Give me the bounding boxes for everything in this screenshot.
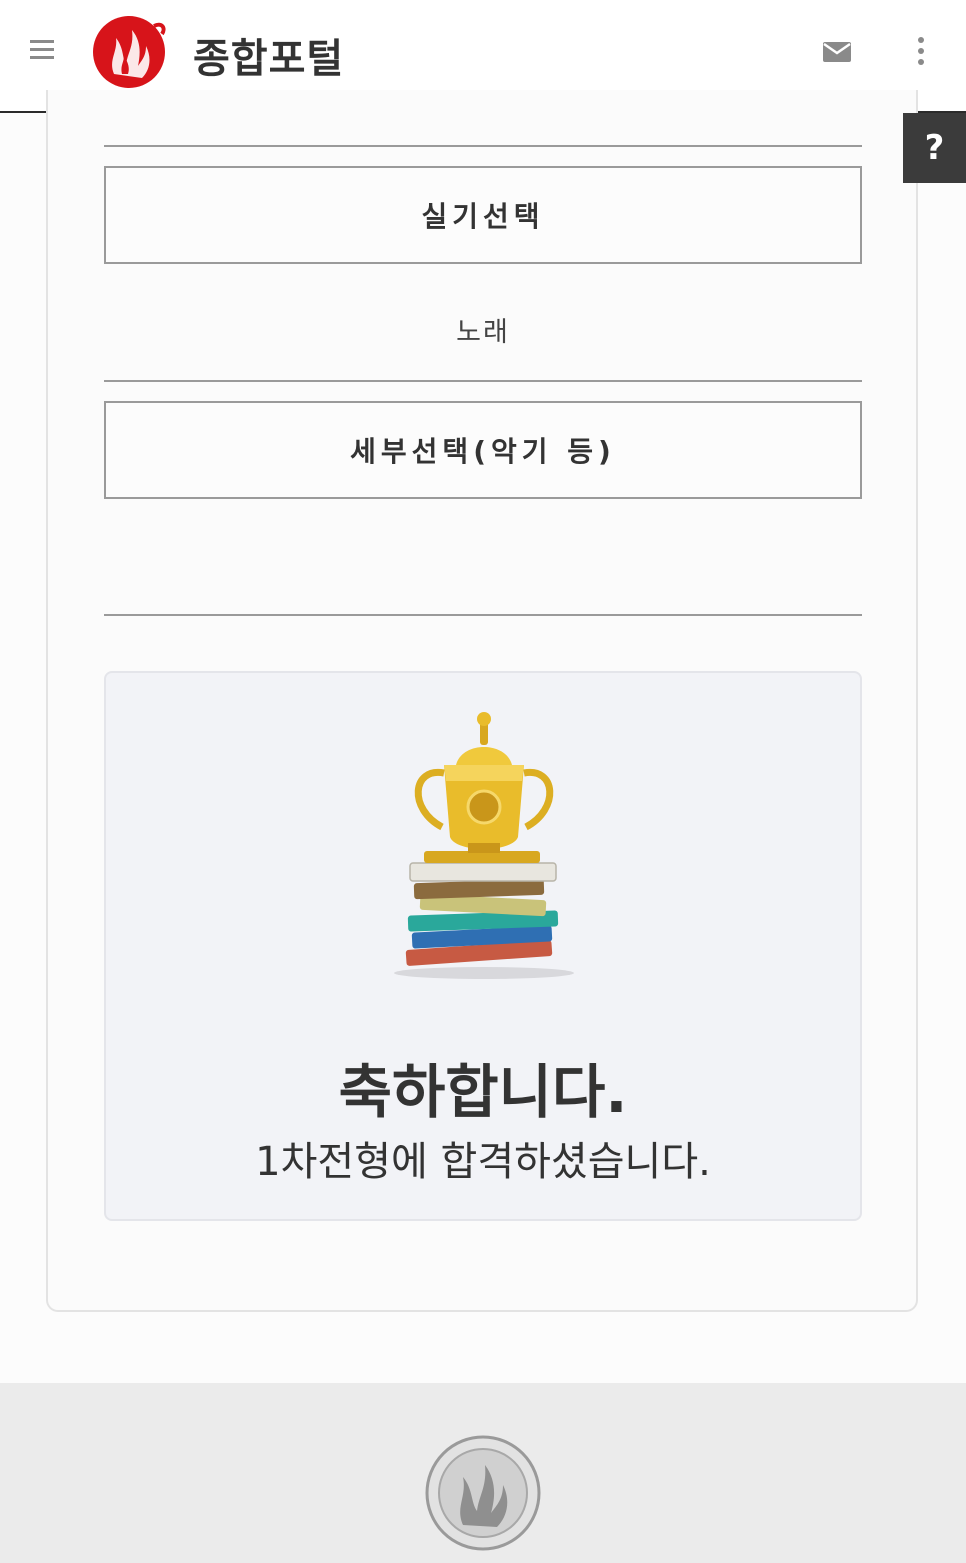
practical-selection-header: 실기선택: [104, 166, 862, 264]
congratulations-title: 축하합니다.: [338, 1058, 628, 1126]
pass-message: 1차전형에 합격하셨습니다.: [255, 1139, 711, 1185]
hamburger-menu-icon[interactable]: [30, 40, 54, 62]
section-divider: [104, 145, 862, 147]
section-divider: [104, 380, 862, 382]
portal-title: 종합포털: [193, 36, 345, 82]
more-vertical-icon[interactable]: [916, 37, 926, 69]
footer: [0, 1383, 966, 1563]
mail-icon[interactable]: [822, 40, 852, 64]
result-panel: 축하합니다. 1차전형에 합격하셨습니다.: [104, 671, 862, 1221]
trophy-on-books-image: [384, 697, 584, 987]
flame-logo-icon[interactable]: [92, 12, 170, 92]
practical-selection-value: 노래: [456, 317, 510, 348]
school-seal-icon: [423, 1433, 543, 1553]
detail-selection-header: 세부선택(악기 등): [104, 401, 862, 499]
section-divider: [104, 614, 862, 616]
help-button[interactable]: ?: [903, 113, 966, 183]
